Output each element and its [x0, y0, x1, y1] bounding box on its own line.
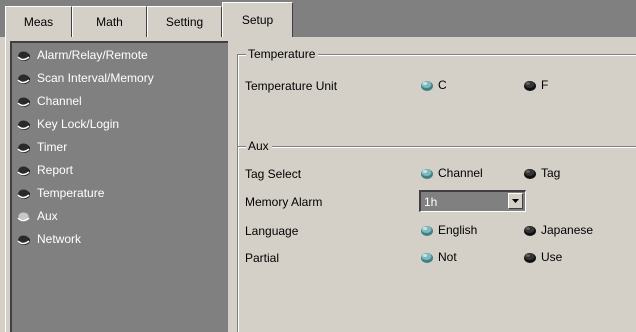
radio-selected-icon	[421, 225, 433, 236]
left-panel: Alarm/Relay/Remote Scan Interval/Memory …	[5, 37, 229, 332]
nav-item-channel[interactable]: Channel	[16, 91, 82, 111]
nav-item-report[interactable]: Report	[16, 160, 73, 180]
radio-unselected-icon	[524, 252, 536, 263]
memory-alarm-select[interactable]: 1h	[419, 190, 526, 212]
radio-partial-use[interactable]: Use	[523, 250, 562, 264]
radio-knob-icon	[17, 51, 30, 61]
group-title: Temperature	[246, 47, 319, 61]
nav-item-label: Report	[37, 163, 74, 177]
radio-language-japanese[interactable]: Japanese	[523, 223, 593, 237]
tab-label: Math	[96, 15, 123, 29]
memory-alarm-label: Memory Alarm	[245, 195, 323, 209]
radio-unselected-icon	[524, 80, 536, 91]
language-label: Language	[245, 224, 299, 238]
nav-item-label: Channel	[37, 94, 82, 108]
nav-item-label: Temperature	[37, 186, 105, 200]
temperature-unit-label: Temperature Unit	[245, 79, 338, 93]
tab-setting[interactable]: Setting	[147, 6, 222, 38]
nav-item-network[interactable]: Network	[16, 229, 81, 249]
radio-label: Tag	[541, 166, 561, 180]
radio-label: C	[438, 78, 447, 92]
radio-tag-select-channel[interactable]: Channel	[420, 166, 483, 180]
radio-label: Not	[438, 250, 457, 264]
tab-label: Setting	[165, 15, 204, 29]
nav-item-timer[interactable]: Timer	[16, 137, 67, 157]
radio-knob-icon	[17, 189, 30, 199]
radio-knob-icon	[17, 143, 30, 153]
radio-knob-icon	[17, 235, 30, 245]
radio-label: Use	[541, 250, 563, 264]
radio-unselected-icon	[524, 225, 536, 236]
nav-item-aux[interactable]: Aux	[16, 206, 58, 226]
radio-unit-f[interactable]: F	[523, 78, 548, 92]
radio-knob-icon	[17, 97, 30, 107]
memory-alarm-value: 1h	[424, 194, 438, 209]
radio-language-english[interactable]: English	[420, 223, 477, 237]
nav-item-label: Timer	[37, 140, 68, 154]
nav-item-temperature[interactable]: Temperature	[16, 183, 104, 203]
radio-partial-not[interactable]: Not	[420, 250, 457, 264]
radio-label: English	[438, 223, 478, 237]
radio-knob-icon	[17, 120, 30, 130]
group-title: Aux	[246, 139, 272, 153]
radio-label: Japanese	[541, 223, 594, 237]
tab-strip: Meas Math Setting Setup	[0, 0, 636, 38]
nav-item-label: Alarm/Relay/Remote	[37, 48, 148, 62]
radio-selected-icon	[421, 80, 433, 91]
nav-item-key-lock-login[interactable]: Key Lock/Login	[16, 114, 119, 134]
tab-label: Meas	[23, 15, 54, 29]
nav-item-label: Aux	[37, 209, 58, 223]
radio-label: F	[541, 78, 549, 92]
nav-item-alarm-relay-remote[interactable]: Alarm/Relay/Remote	[16, 45, 148, 65]
tab-label: Setup	[241, 13, 274, 27]
nav-item-label: Key Lock/Login	[37, 117, 120, 131]
tab-setup[interactable]: Setup	[222, 2, 293, 37]
radio-knob-icon	[17, 166, 30, 176]
temperature-group: Temperature	[237, 47, 636, 146]
nav-item-label: Network	[37, 232, 82, 246]
nav-item-scan-interval-memory[interactable]: Scan Interval/Memory	[16, 68, 154, 88]
radio-knob-icon	[17, 74, 30, 84]
nav-item-label: Scan Interval/Memory	[37, 71, 154, 85]
tab-math[interactable]: Math	[72, 6, 147, 38]
radio-unit-c[interactable]: C	[420, 78, 447, 92]
partial-label: Partial	[245, 251, 280, 265]
radio-label: Channel	[438, 166, 483, 180]
nav-list: Alarm/Relay/Remote Scan Interval/Memory …	[10, 41, 229, 332]
tab-meas[interactable]: Meas	[5, 6, 72, 38]
radio-unselected-icon	[524, 168, 536, 179]
chevron-down-icon[interactable]	[508, 193, 523, 209]
radio-selected-icon	[421, 168, 433, 179]
radio-tag-select-tag[interactable]: Tag	[523, 166, 560, 180]
settings-panel: Temperature Temperature Unit C F Aux Tag…	[228, 37, 636, 332]
radio-knob-selected-icon	[17, 212, 30, 222]
tag-select-label: Tag Select	[245, 167, 302, 181]
radio-selected-icon	[421, 252, 433, 263]
